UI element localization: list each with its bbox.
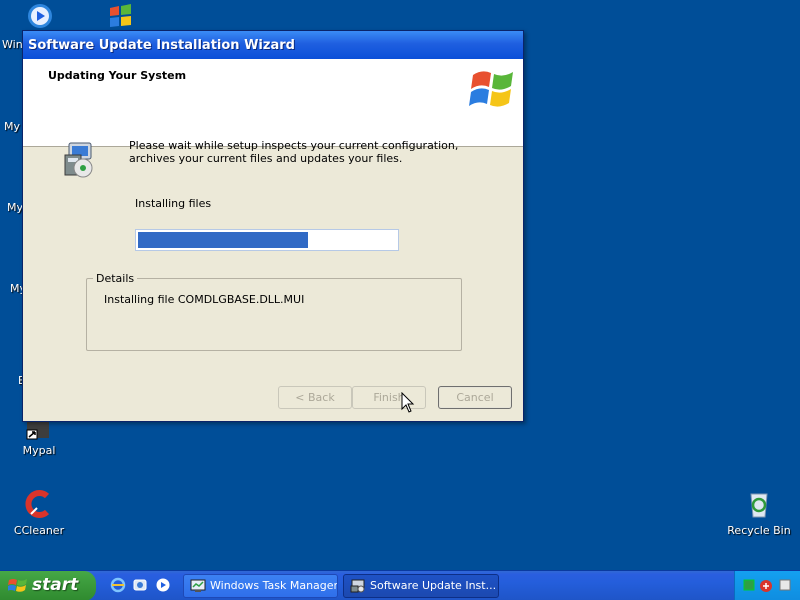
task-manager-icon [190,579,206,592]
desktop-icon-label: CCleaner [13,524,65,537]
desktop-label-partial: My [4,120,21,133]
show-desktop-icon[interactable] [132,577,148,593]
windows-logo-icon-partial[interactable] [100,2,140,32]
details-group: Details Installing file COMDLGBASE.DLL.M… [86,272,462,351]
window-title: Software Update Installation Wizard [28,38,295,53]
taskbar-button-task-manager[interactable]: Windows Task Manager [183,574,338,598]
desktop-icon-recycle-bin[interactable]: Recycle Bin [720,488,798,537]
status-text: Installing files [135,197,212,210]
desktop-icon-label: Mypal [22,444,56,457]
installer-icon [350,579,365,593]
windows-media-player-icon-partial[interactable] [20,2,60,32]
start-label: start [32,575,79,595]
desktop-icon-ccleaner[interactable]: CCleaner [0,488,78,537]
details-text: Installing file COMDLGBASE.DLL.MUI [104,293,305,306]
wizard-header-panel: Updating Your System [23,59,523,147]
tray-app-icon[interactable] [779,579,791,594]
internet-explorer-icon[interactable] [110,577,126,593]
cancel-button[interactable]: Cancel [438,386,512,409]
taskbar: start Windows Task Manager Software Upda… [0,570,800,600]
window-titlebar[interactable]: Software Update Installation Wizard [23,31,523,59]
network-icon[interactable] [743,579,755,594]
desktop-label-partial: My [7,201,24,214]
desktop-icon-mypal[interactable]: Mypal [0,420,78,457]
task-label: Software Update Inst... [370,579,497,592]
windows-flag-icon [8,579,27,592]
wizard-message: Please wait while setup inspects your cu… [129,139,459,165]
details-legend: Details [93,272,138,285]
media-player-icon [28,4,52,28]
start-button[interactable]: start [0,571,96,600]
task-label: Windows Task Manager [210,579,338,592]
desktop-icon-label: Recycle Bin [727,524,791,537]
mypal-shortcut-icon [26,422,49,440]
windows-logo-icon [469,71,513,107]
install-progress-bar [135,229,399,251]
ccleaner-icon [25,490,50,518]
taskbar-button-software-update[interactable]: Software Update Inst... [343,574,499,598]
recycle-bin-icon [750,493,768,518]
mouse-cursor-icon [401,392,415,413]
system-tray [734,571,800,600]
security-alert-icon[interactable] [759,579,773,596]
windows-flag-icon [110,4,131,27]
header-title: Updating Your System [48,69,187,82]
back-button[interactable]: < Back [278,386,352,409]
installation-wizard-window[interactable]: Software Update Installation Wizard Upda… [22,30,524,422]
media-player-quicklaunch-icon[interactable] [155,577,171,593]
progress-fill [138,232,309,248]
setup-package-icon [64,142,93,178]
